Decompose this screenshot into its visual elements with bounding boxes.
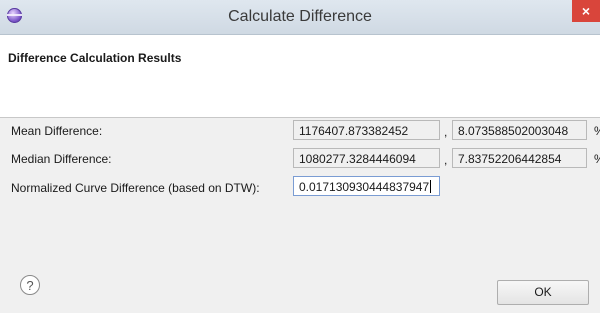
median-difference-field[interactable]: 1080277.3284446094 [293, 148, 440, 168]
normalized-curve-difference-label: Normalized Curve Difference (based on DT… [11, 181, 260, 195]
text-caret [430, 180, 432, 193]
window-title: Calculate Difference [228, 8, 372, 25]
mean-difference-percent-field[interactable]: 8.073588502003048 [452, 120, 587, 140]
normalized-curve-difference-field[interactable]: 0.017130930444837947 [293, 176, 440, 196]
comma-separator: , [444, 125, 448, 139]
title-bar: Calculate Difference × [0, 0, 600, 35]
median-difference-percent-field[interactable]: 7.83752206442854 [452, 148, 587, 168]
mean-difference-field[interactable]: 1176407.873382452 [293, 120, 440, 140]
dialog-header: Difference Calculation Results [0, 35, 600, 118]
help-icon[interactable]: ? [20, 275, 40, 295]
normalized-curve-difference-value: 0.017130930444837947 [299, 180, 430, 194]
mean-difference-label: Mean Difference: [11, 124, 103, 138]
percent-sign: % [594, 124, 600, 138]
dialog-body: Mean Difference: 1176407.873382452 , 8.0… [0, 118, 600, 313]
close-button[interactable]: × [572, 0, 600, 22]
median-difference-label: Median Difference: [11, 152, 112, 166]
comma-separator: , [444, 153, 448, 167]
percent-sign: % [594, 152, 600, 166]
dialog-heading: Difference Calculation Results [8, 51, 182, 65]
close-icon: × [581, 3, 591, 19]
ok-button[interactable]: OK [497, 280, 589, 305]
